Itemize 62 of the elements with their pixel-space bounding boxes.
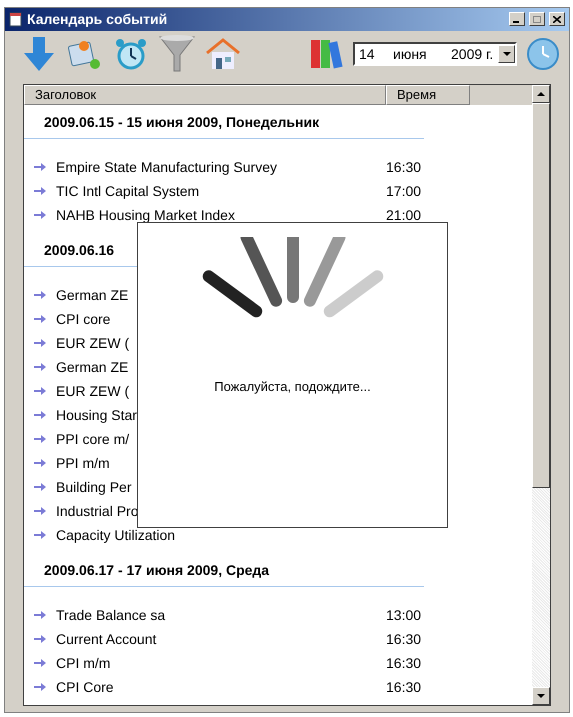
- note-icon: [68, 38, 102, 70]
- window-title: Календарь событий: [27, 10, 168, 29]
- house-icon: [205, 38, 241, 70]
- arrow-icon: [34, 314, 46, 324]
- wait-message: Пожалуйста, подождите...: [214, 378, 371, 396]
- event-time: 17:00: [386, 182, 422, 200]
- column-header[interactable]: Время: [386, 85, 470, 105]
- arrow-icon: [34, 634, 46, 644]
- close-button[interactable]: [549, 12, 565, 26]
- calendar-icon: [9, 11, 23, 28]
- arrow-icon: [34, 186, 46, 196]
- filter-button[interactable]: [157, 34, 197, 74]
- arrow-icon: [34, 458, 46, 468]
- alarm-clock-icon: [115, 37, 147, 72]
- arrow-icon: [34, 610, 46, 620]
- date-heading: 2009.06.17 - 17 июня 2009, Среда: [44, 561, 270, 580]
- minimize-button[interactable]: [509, 12, 525, 26]
- caret-icon: [502, 52, 510, 56]
- event-title[interactable]: NAHB Housing Market Index: [56, 204, 386, 226]
- scroll-down-icon: [537, 694, 545, 698]
- month-value: июня: [393, 44, 428, 64]
- column-header[interactable]: Заголовок: [24, 85, 386, 105]
- arrow-icon: [34, 530, 46, 540]
- event-time: 16:30: [386, 654, 422, 672]
- event-title[interactable]: CPI Core: [56, 676, 386, 698]
- date-heading: 2009.06.16: [44, 241, 114, 260]
- event-time: 16:30: [386, 678, 422, 696]
- arrow-icon: [34, 362, 46, 372]
- maximize-icon: [533, 16, 541, 23]
- funnel-icon: [159, 35, 195, 74]
- arrow-icon: [34, 210, 46, 220]
- arrow-icon: [34, 338, 46, 348]
- arrow-icon: [34, 410, 46, 420]
- year-value: 2009 г.: [451, 44, 494, 64]
- arrow-icon: [34, 506, 46, 516]
- maximize-button[interactable]: [529, 12, 545, 26]
- scroll-up-icon: [537, 92, 545, 96]
- down-arrow-icon: [24, 37, 54, 72]
- event-time: 16:30: [386, 630, 422, 648]
- arrow-icon: [34, 386, 46, 396]
- event-title[interactable]: Empire State Manufacturing Survey: [56, 156, 386, 178]
- event-title[interactable]: CPI m/m: [56, 652, 386, 674]
- event-title[interactable]: TIC Intl Capital System: [56, 180, 386, 202]
- close-icon: [553, 16, 561, 23]
- arrow-icon: [34, 434, 46, 444]
- arrow-icon: [34, 290, 46, 300]
- event-title[interactable]: Trade Balance sa: [56, 604, 386, 626]
- day-value: 14: [359, 44, 376, 64]
- dropdown-button[interactable]: [498, 45, 515, 64]
- event-time: 13:00: [386, 606, 422, 624]
- clock-icon: [527, 38, 559, 70]
- event-title[interactable]: Current Account: [56, 628, 386, 650]
- arrow-icon: [34, 162, 46, 172]
- binders-icon: [310, 39, 344, 70]
- event-title[interactable]: Capacity Utilization: [56, 524, 386, 546]
- arrow-icon: [34, 482, 46, 492]
- arrow-icon: [34, 658, 46, 668]
- event-time: 21:00: [386, 206, 422, 224]
- date-heading: 2009.06.15 - 15 июня 2009, Понедельник: [44, 113, 320, 132]
- arrow-icon: [34, 682, 46, 692]
- event-time: 16:30: [386, 158, 422, 176]
- date-picker[interactable]: 14 июня 2009 г.: [353, 42, 517, 66]
